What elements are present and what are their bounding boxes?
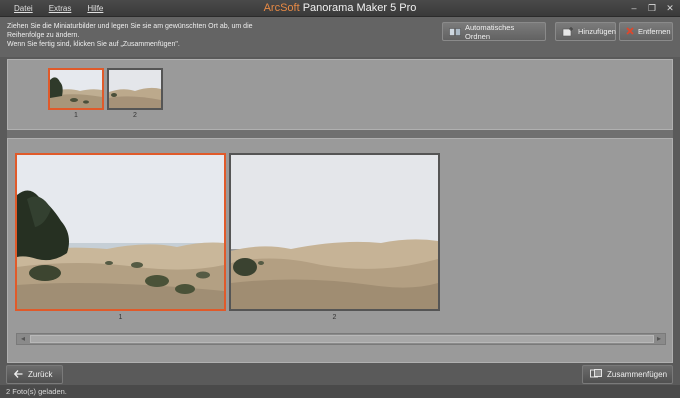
back-button[interactable]: Zurück xyxy=(6,365,63,384)
status-bar: 2 Foto(s) geladen. xyxy=(0,385,680,398)
auto-arrange-label: Automatisches Ordnen xyxy=(465,22,515,41)
thumbnail-number: 2 xyxy=(133,112,137,119)
merge-label: Zusammenfügen xyxy=(607,370,668,379)
brand-name: ArcSoft xyxy=(263,2,300,14)
bottom-bar: Zurück Zusammenfügen xyxy=(0,363,680,385)
photo-1[interactable] xyxy=(15,153,226,311)
panel-divider[interactable] xyxy=(7,130,673,138)
window-controls: – ❐ ✕ xyxy=(628,2,676,14)
product-name: Panorama Maker 5 Pro xyxy=(302,2,417,14)
instruction-line: Ziehen Sie die Miniaturbilder und legen … xyxy=(7,23,253,30)
scroll-right-icon[interactable]: ▸ xyxy=(653,334,665,344)
title-bar: Datei Extras Hilfe ArcSoft Panorama Make… xyxy=(0,0,680,17)
instruction-line: Wenn Sie fertig sind, klicken Sie auf „Z… xyxy=(7,41,180,48)
merge-icon xyxy=(590,369,602,380)
merge-button[interactable]: Zusammenfügen xyxy=(582,365,673,384)
instructions: Ziehen Sie die Miniaturbilder und legen … xyxy=(7,22,277,49)
remove-icon xyxy=(626,26,634,37)
instruction-line: Reihenfolge zu ändern. xyxy=(7,32,80,39)
scrollbar-thumb[interactable] xyxy=(30,335,654,343)
add-photo-icon xyxy=(562,26,574,37)
arrow-left-icon xyxy=(13,369,23,380)
status-text: 2 Foto(s) geladen. xyxy=(6,387,67,396)
photo-number: 2 xyxy=(332,314,337,321)
scroll-left-icon[interactable]: ◂ xyxy=(17,334,29,344)
horizontal-scrollbar[interactable]: ◂ ▸ xyxy=(16,333,666,345)
close-icon[interactable]: ✕ xyxy=(664,2,676,14)
minimize-icon[interactable]: – xyxy=(628,2,640,14)
app-title: ArcSoft Panorama Maker 5 Pro xyxy=(0,2,680,14)
arrange-icon xyxy=(449,27,461,37)
preview-area: 1 2 ◂ ▸ xyxy=(7,138,673,363)
thumbnail-1[interactable] xyxy=(48,68,104,110)
photo-number: 1 xyxy=(118,314,123,321)
thumbnail-number: 1 xyxy=(74,112,78,119)
add-button[interactable]: Hinzufügen xyxy=(555,22,616,41)
thumbnail-2[interactable] xyxy=(107,68,163,110)
thumbnail-strip: 1 2 xyxy=(7,59,673,130)
remove-button[interactable]: Entfernen xyxy=(619,22,673,41)
toolbar: Ziehen Sie die Miniaturbilder und legen … xyxy=(0,17,680,57)
back-label: Zurück xyxy=(28,370,53,379)
photo-2[interactable] xyxy=(229,153,440,311)
remove-label: Entfernen xyxy=(638,27,671,36)
auto-arrange-button[interactable]: Automatisches Ordnen xyxy=(442,22,546,41)
add-label: Hinzufügen xyxy=(578,27,616,36)
restore-icon[interactable]: ❐ xyxy=(646,2,658,14)
